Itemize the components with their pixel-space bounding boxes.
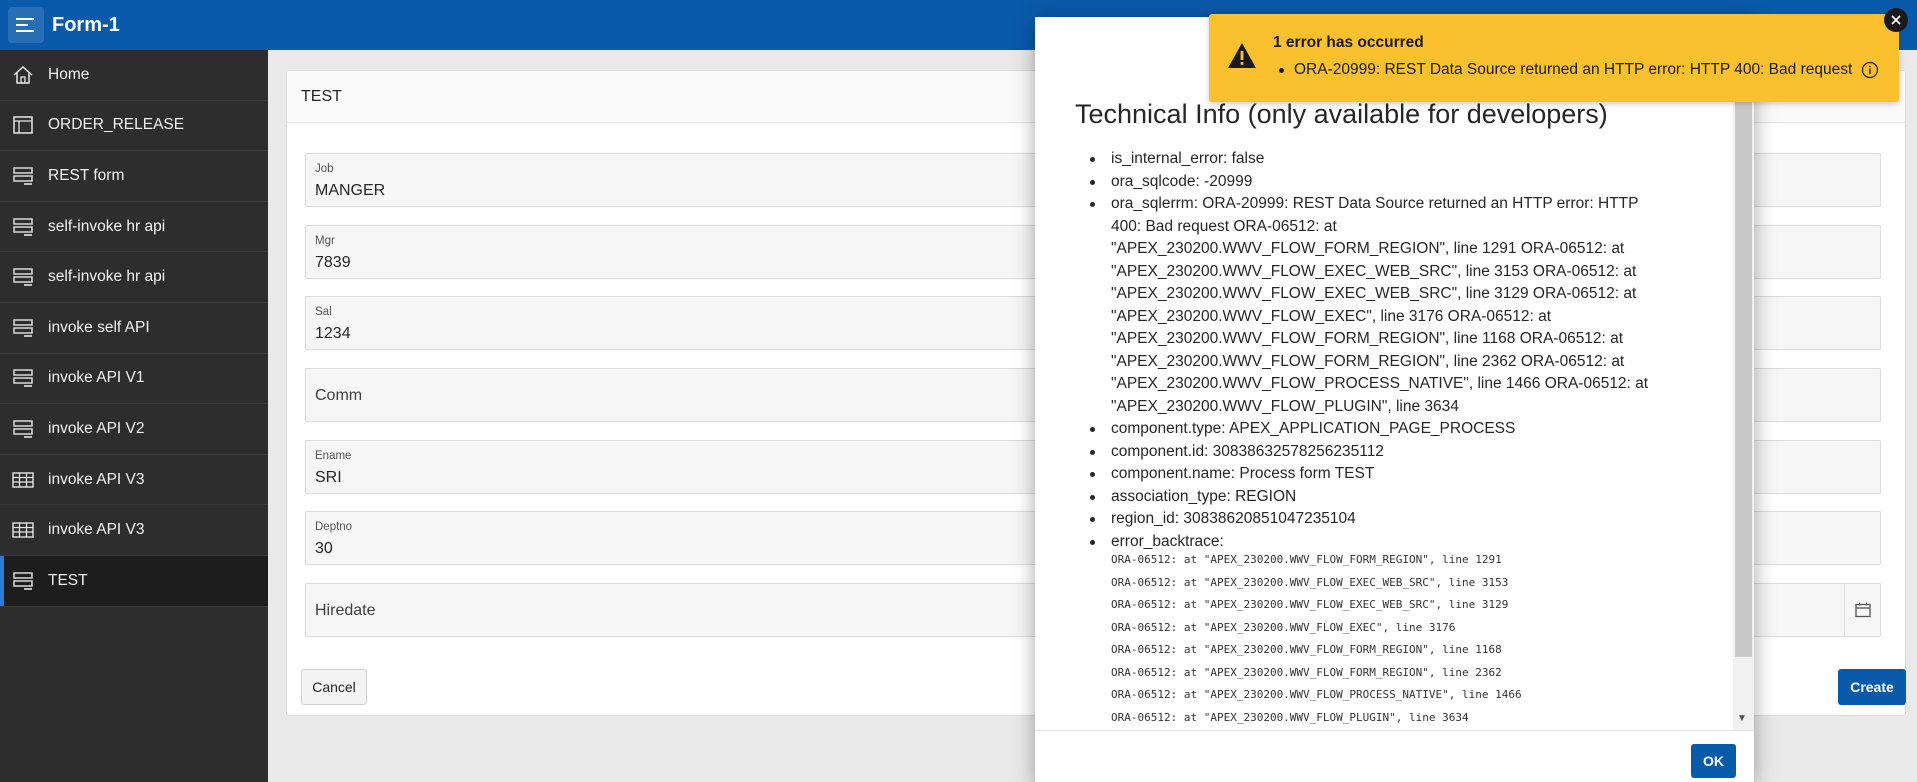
sidebar-item-label: invoke API V2 xyxy=(48,419,145,437)
sidebar-item-label: Home xyxy=(48,65,90,83)
technical-info-list: is_internal_error: false ora_sqlcode: -20… xyxy=(1075,148,1665,553)
notification-title: 1 error has occurred xyxy=(1273,34,1424,51)
info-item: component.name: Process form TEST xyxy=(1075,463,1665,486)
sidebar-item[interactable]: self-invoke hr api xyxy=(0,252,268,303)
sidebar-item[interactable]: invoke API V2 xyxy=(0,404,268,455)
form-icon xyxy=(10,165,36,187)
backtrace-line: ORA-06512: at "APEX_230200.WWV_FLOW_FORM… xyxy=(1111,553,1502,566)
ok-button[interactable]: OK xyxy=(1691,744,1736,778)
error-backtrace: ORA-06512: at "APEX_230200.WWV_FLOW_FORM… xyxy=(1111,549,1522,730)
sidebar-item[interactable]: TEST xyxy=(0,555,268,607)
sidebar-item-label: invoke API V3 xyxy=(48,521,145,539)
info-item: ora_sqlerrm: ORA-20999: REST Data Source… xyxy=(1075,193,1665,418)
ename-label: Ename xyxy=(315,450,352,462)
job-value[interactable]: MANGER xyxy=(315,182,385,200)
mgr-value[interactable]: 7839 xyxy=(315,254,351,272)
sidebar-item[interactable]: invoke API V3 xyxy=(0,455,268,506)
app-title[interactable]: Form-1 xyxy=(52,14,120,37)
notification-message: ORA-20999: REST Data Source returned an … xyxy=(1279,61,1879,79)
sidebar-item[interactable]: REST form xyxy=(0,151,268,202)
sidebar-item[interactable]: self-invoke hr api xyxy=(0,202,268,253)
dialog-scrollbar[interactable]: ▼ xyxy=(1733,17,1754,730)
sal-value[interactable]: 1234 xyxy=(315,325,351,343)
dialog-footer: OK xyxy=(1035,730,1754,782)
sidebar-item-label: ORDER_RELEASE xyxy=(48,116,185,134)
hiredate-placeholder: Hiredate xyxy=(315,602,376,619)
dialog-body: Technical Info (only available for devel… xyxy=(1035,17,1754,730)
sidebar-item[interactable]: invoke self API xyxy=(0,303,268,354)
close-notification-button[interactable] xyxy=(1884,8,1908,32)
mgr-label: Mgr xyxy=(315,235,335,247)
warning-icon xyxy=(1227,42,1257,74)
backtrace-line: ORA-06512: at "APEX_230200.WWV_FLOW_PROC… xyxy=(1111,688,1522,701)
form-icon xyxy=(10,216,36,238)
ename-value[interactable]: SRI xyxy=(315,469,342,487)
table-icon xyxy=(10,469,36,491)
info-icon[interactable] xyxy=(1861,61,1879,79)
cancel-button[interactable]: Cancel xyxy=(301,669,367,705)
create-button[interactable]: Create xyxy=(1838,669,1906,705)
sidebar-item[interactable]: invoke API V1 xyxy=(0,354,268,405)
sidebar-item-label: self-invoke hr api xyxy=(48,268,166,286)
info-item: component.id: 30838632578256235112 xyxy=(1075,441,1665,464)
sidebar-item-label: invoke API V3 xyxy=(48,470,145,488)
hamburger-menu-icon xyxy=(16,18,34,32)
close-icon xyxy=(1891,15,1901,25)
info-item: component.type: APEX_APPLICATION_PAGE_PR… xyxy=(1075,418,1665,441)
technical-info-dialog: Technical Info (only available for devel… xyxy=(1035,17,1754,782)
dialog-title: Technical Info (only available for devel… xyxy=(1075,99,1608,129)
scrollbar-thumb[interactable] xyxy=(1735,77,1752,657)
form-icon xyxy=(10,418,36,440)
sidebar-item-label: REST form xyxy=(48,166,125,184)
sidebar-item[interactable]: invoke API V3 xyxy=(0,505,268,556)
job-label: Job xyxy=(315,163,334,175)
form-icon xyxy=(10,367,36,389)
layout-icon xyxy=(10,114,36,136)
sidebar-item-label: TEST xyxy=(48,571,88,589)
sidebar-item[interactable]: ORDER_RELEASE xyxy=(0,101,268,152)
comm-placeholder: Comm xyxy=(315,387,363,404)
menu-toggle-button[interactable] xyxy=(8,7,44,43)
sidebar-item-label: invoke API V1 xyxy=(48,369,145,387)
info-item: is_internal_error: false xyxy=(1075,148,1665,171)
info-item: region_id: 30838620851047235104 xyxy=(1075,508,1665,531)
sidebar-nav: Home ORDER_RELEASE REST form self-invoke hr… xyxy=(0,50,268,782)
bullet-icon xyxy=(1279,67,1284,73)
notification-message-text: ORA-20999: REST Data Source returned an … xyxy=(1294,61,1853,78)
form-icon xyxy=(10,266,36,288)
form-icon xyxy=(10,317,36,339)
error-notification: 1 error has occurred ORA-20999: REST Dat… xyxy=(1209,14,1899,102)
scroll-down-icon[interactable]: ▼ xyxy=(1737,713,1747,724)
backtrace-line: ORA-06512: at "APEX_230200.WWV_FLOW_EXEC… xyxy=(1111,575,1509,589)
sidebar-item[interactable]: Home xyxy=(0,50,268,101)
backtrace-line: ORA-06512: at "APEX_230200.WWV_FLOW_PLUG… xyxy=(1111,710,1469,724)
sidebar-item-label: invoke self API xyxy=(48,318,150,336)
backtrace-line: ORA-06512: at "APEX_230200.WWV_FLOW_EXEC… xyxy=(1111,598,1509,611)
info-item: association_type: REGION xyxy=(1075,486,1665,509)
calendar-icon xyxy=(1854,602,1871,618)
deptno-value[interactable]: 30 xyxy=(315,540,333,558)
info-item: ora_sqlcode: -20999 xyxy=(1075,171,1665,194)
table-icon xyxy=(10,519,36,541)
calendar-button[interactable] xyxy=(1844,584,1880,636)
backtrace-line: ORA-06512: at "APEX_230200.WWV_FLOW_EXEC… xyxy=(1111,620,1456,634)
home-icon xyxy=(10,64,36,86)
form-icon xyxy=(10,570,36,592)
sal-label: Sal xyxy=(315,306,332,318)
deptno-label: Deptno xyxy=(315,521,353,533)
backtrace-line: ORA-06512: at "APEX_230200.WWV_FLOW_FORM… xyxy=(1111,665,1502,679)
backtrace-line: ORA-06512: at "APEX_230200.WWV_FLOW_FORM… xyxy=(1111,643,1502,656)
sidebar-item-label: self-invoke hr api xyxy=(48,217,166,235)
